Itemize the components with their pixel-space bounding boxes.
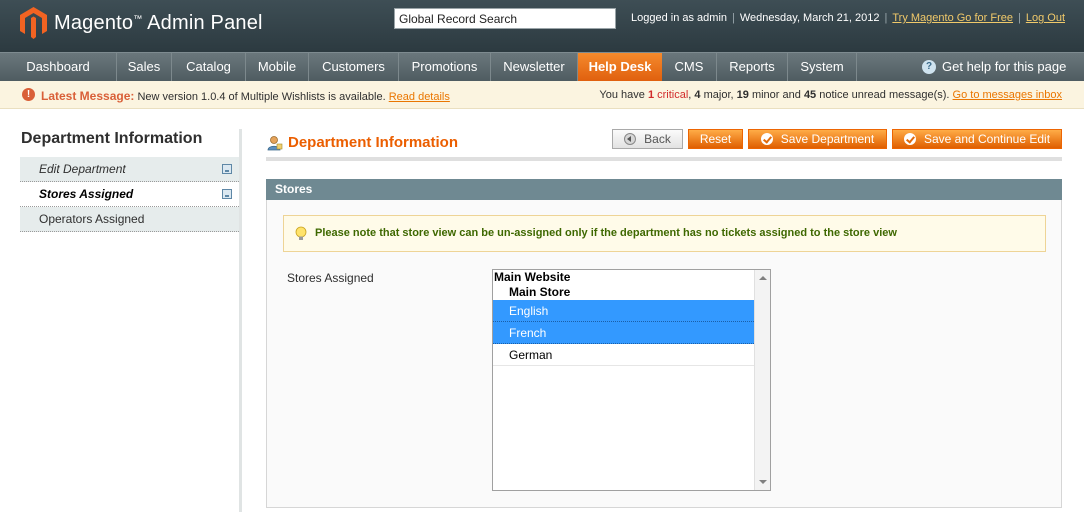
global-search-input[interactable] — [394, 8, 616, 29]
header-user-links: Logged in as admin | Wednesday, March 21, … — [631, 12, 1065, 24]
stores-assigned-label: Stores Assigned — [287, 271, 374, 285]
save-continue-button[interactable]: Save and Continue Edit — [892, 129, 1062, 149]
department-icon — [267, 136, 283, 151]
logo-text: Magento™ Admin Panel — [54, 11, 263, 34]
magento-logo[interactable]: Magento™ Admin Panel — [20, 7, 263, 39]
logout-link[interactable]: Log Out — [1026, 12, 1065, 24]
notice-box: Please note that store view can be un-as… — [283, 215, 1046, 252]
header-date: Wednesday, March 21, 2012 — [739, 12, 880, 24]
latest-message-label: Latest Message: — [41, 89, 135, 103]
nav-item-help-desk[interactable]: Help Desk — [578, 53, 662, 81]
tab-stores-assigned[interactable]: Stores Assigned — [20, 182, 241, 207]
read-details-link[interactable]: Read details — [389, 91, 450, 103]
changed-icon — [222, 164, 232, 174]
nav-item-cms[interactable]: CMS — [662, 53, 717, 81]
save-department-button[interactable]: Save Department — [748, 129, 887, 149]
page-title: Department Information — [288, 134, 459, 151]
scroll-up-icon[interactable] — [759, 276, 767, 280]
nav-item-sales[interactable]: Sales — [117, 53, 172, 81]
save-continue-icon — [903, 133, 916, 145]
magento-logo-icon — [20, 7, 47, 39]
scroll-down-icon[interactable] — [759, 480, 767, 484]
reset-button[interactable]: Reset — [688, 129, 743, 149]
header-bar: Magento™ Admin Panel Logged in as admin|… — [0, 0, 1084, 52]
nav-item-promotions[interactable]: Promotions — [399, 53, 491, 81]
back-button[interactable]: Back — [612, 129, 683, 149]
notification-bar: ! Latest Message: New version 1.0.4 of M… — [0, 81, 1084, 109]
optgroup-store: Main Store — [509, 285, 571, 299]
nav-item-catalog[interactable]: Catalog — [172, 53, 246, 81]
content-header: Department Information Back Reset Save D… — [266, 129, 1062, 161]
latest-message: Latest Message: New version 1.0.4 of Mul… — [41, 89, 450, 103]
optgroup-website: Main Website — [494, 270, 571, 284]
main-nav: Dashboard Sales Catalog Mobile Customers… — [0, 52, 1084, 81]
multiselect-scrollbar[interactable] — [754, 270, 770, 490]
nav-item-newsletter[interactable]: Newsletter — [491, 53, 578, 81]
tab-edit-department[interactable]: Edit Department — [20, 157, 241, 182]
message-summary: You have 1 critical, 4 major, 19 minor a… — [599, 89, 1062, 101]
nav-item-system[interactable]: System — [788, 53, 857, 81]
help-link[interactable]: ? Get help for this page — [922, 59, 1066, 74]
alert-icon: ! — [22, 88, 35, 101]
nav-item-customers[interactable]: Customers — [309, 53, 399, 81]
stores-multiselect[interactable]: Main Website Main Store English French G… — [492, 269, 771, 491]
sidebar-divider — [239, 129, 242, 512]
messages-inbox-link[interactable]: Go to messages inbox — [953, 89, 1062, 101]
option-french[interactable]: French — [493, 322, 770, 344]
tab-operators-assigned[interactable]: Operators Assigned — [20, 207, 241, 232]
nav-item-reports[interactable]: Reports — [717, 53, 788, 81]
changed-icon — [222, 189, 232, 199]
nav-item-mobile[interactable]: Mobile — [246, 53, 309, 81]
help-link-label: Get help for this page — [942, 59, 1067, 74]
logged-in-text: Logged in as admin — [631, 12, 728, 24]
option-english[interactable]: English — [493, 300, 770, 322]
save-icon — [760, 133, 773, 145]
stores-section-header: Stores — [266, 179, 1062, 200]
notice-text: Please note that store view can be un-as… — [315, 227, 897, 239]
back-icon — [624, 133, 637, 145]
sidebar: Department Information Edit Department S… — [20, 129, 241, 232]
help-icon: ? — [922, 59, 936, 74]
sidebar-title: Department Information — [21, 130, 203, 147]
option-german[interactable]: German — [493, 344, 770, 366]
latest-message-text: New version 1.0.4 of Multiple Wishlists … — [137, 91, 386, 103]
nav-item-dashboard[interactable]: Dashboard — [0, 53, 117, 81]
try-magento-go-link[interactable]: Try Magento Go for Free — [892, 12, 1013, 24]
lightbulb-icon — [295, 226, 307, 240]
